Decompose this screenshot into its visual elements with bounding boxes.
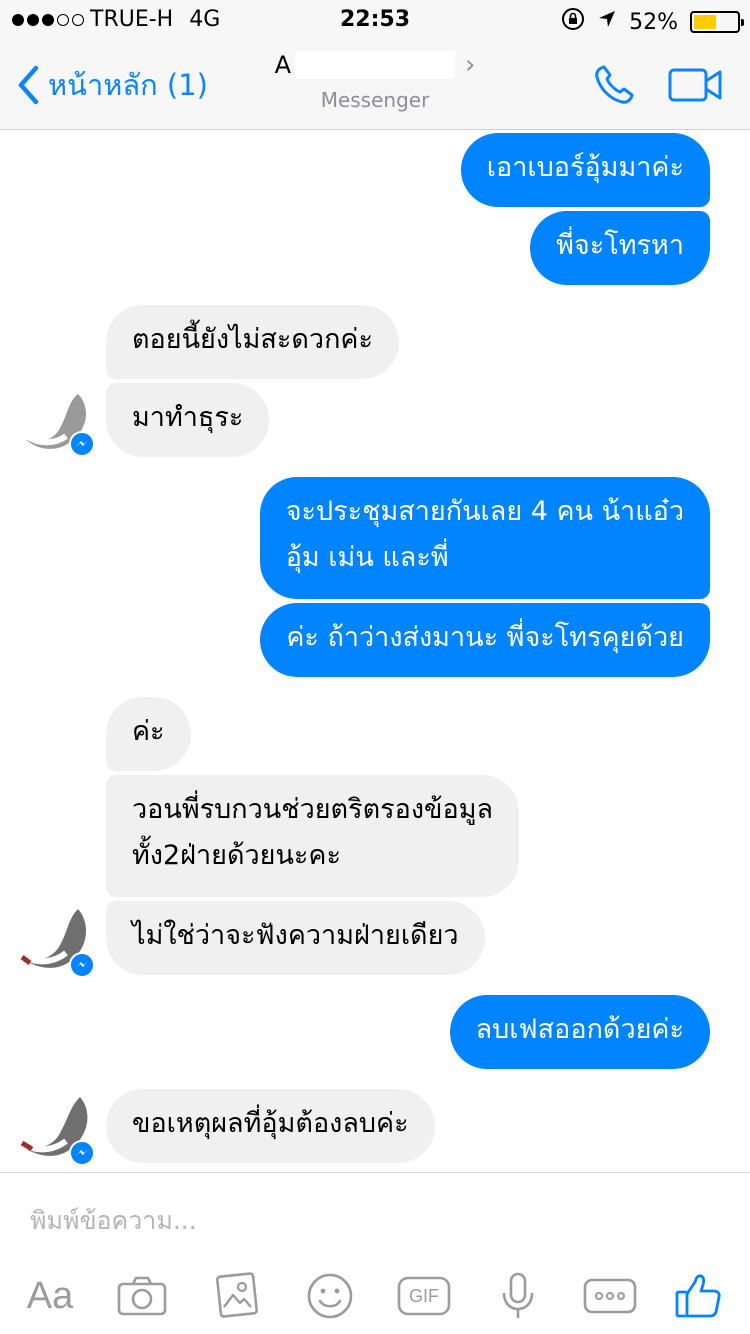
message-incoming[interactable]: ตอยนี้ยังไม่สะดวกค่ะ <box>106 305 399 379</box>
battery-percent: 52% <box>629 9 678 35</box>
message-incoming[interactable]: ไม่ใช่ว่าจะฟังความฝ่ายเดียว <box>106 901 485 975</box>
contact-avatar[interactable] <box>20 386 96 458</box>
camera-icon <box>117 1276 167 1316</box>
message-outgoing[interactable]: ค่ะ ถ้าว่างส่งมานะ พี่จะโทรคุยด้วย <box>260 603 710 677</box>
sticker-button[interactable] <box>302 1269 358 1323</box>
video-call-button[interactable] <box>668 62 722 108</box>
contact-avatar[interactable] <box>20 1093 96 1166</box>
phone-call-button[interactable] <box>590 62 640 108</box>
message-incoming[interactable]: ขอเหตุผลที่อุ้มต้องลบค่ะ <box>106 1089 435 1163</box>
contact-name: A <box>274 51 291 79</box>
like-button[interactable] <box>670 1269 726 1323</box>
status-right: 52% <box>561 7 744 37</box>
message-incoming[interactable]: ค่ะ <box>106 697 191 771</box>
photo-icon <box>216 1272 258 1318</box>
smiley-icon <box>307 1273 353 1319</box>
chevron-right-icon: › <box>465 50 476 80</box>
gif-button[interactable]: GIF <box>394 1269 454 1323</box>
photo-gallery-button[interactable] <box>208 1269 264 1323</box>
back-button[interactable]: หน้าหลัก (1) <box>16 62 208 108</box>
message-incoming[interactable]: วอนพี่รบกวนช่วยตริตรองข้อมูล ทั้ง2ฝ่ายด้… <box>106 775 520 897</box>
gif-label: GIF <box>409 1285 439 1306</box>
conversation-title[interactable]: A › Messenger <box>200 50 550 112</box>
redacted-name <box>295 51 455 79</box>
back-label: หน้าหลัก (1) <box>48 68 208 102</box>
nav-bar: หน้าหลัก (1) A › Messenger <box>0 40 750 130</box>
battery-icon <box>690 11 744 33</box>
message-outgoing[interactable]: เอาเบอร์อุ้มมาค่ะ <box>460 133 710 207</box>
message-input[interactable]: พิมพ์ข้อความ... <box>30 1201 720 1241</box>
contact-avatar[interactable] <box>20 905 96 978</box>
composer: พิมพ์ข้อความ... Aa GIF <box>0 1172 750 1334</box>
text-format-icon: Aa <box>26 1274 74 1317</box>
conversation-subtitle: Messenger <box>320 88 430 112</box>
camera-button[interactable] <box>114 1269 170 1323</box>
voice-record-button[interactable] <box>490 1269 546 1323</box>
message-list[interactable]: เอาเบอร์อุ้มมาค่ะ พี่จะโทรหา ตอยนี้ยังไม… <box>0 131 750 1171</box>
more-options-button[interactable] <box>580 1269 640 1323</box>
chevron-left-icon <box>18 65 39 105</box>
location-arrow-icon <box>597 9 617 35</box>
message-outgoing[interactable]: จะประชุมสายกันเลย 4 คน น้าแอ๋ว อุ้ม เม่น… <box>259 477 710 599</box>
message-outgoing[interactable]: ลบเฟสออกด้วยค่ะ <box>449 995 710 1069</box>
message-incoming[interactable]: มาทำธุระ <box>106 383 270 457</box>
text-format-button[interactable]: Aa <box>20 1269 80 1323</box>
status-bar: TRUE-H 4G 22:53 52% <box>0 0 750 40</box>
more-icon <box>583 1278 637 1314</box>
composer-toolbar: Aa GIF <box>0 1261 750 1334</box>
thumbs-up-icon <box>675 1274 721 1318</box>
phone-icon <box>595 65 634 104</box>
message-outgoing[interactable]: พี่จะโทรหา <box>530 211 710 285</box>
rotation-lock-icon <box>561 7 585 37</box>
video-camera-icon <box>668 68 722 102</box>
microphone-icon <box>502 1272 534 1318</box>
